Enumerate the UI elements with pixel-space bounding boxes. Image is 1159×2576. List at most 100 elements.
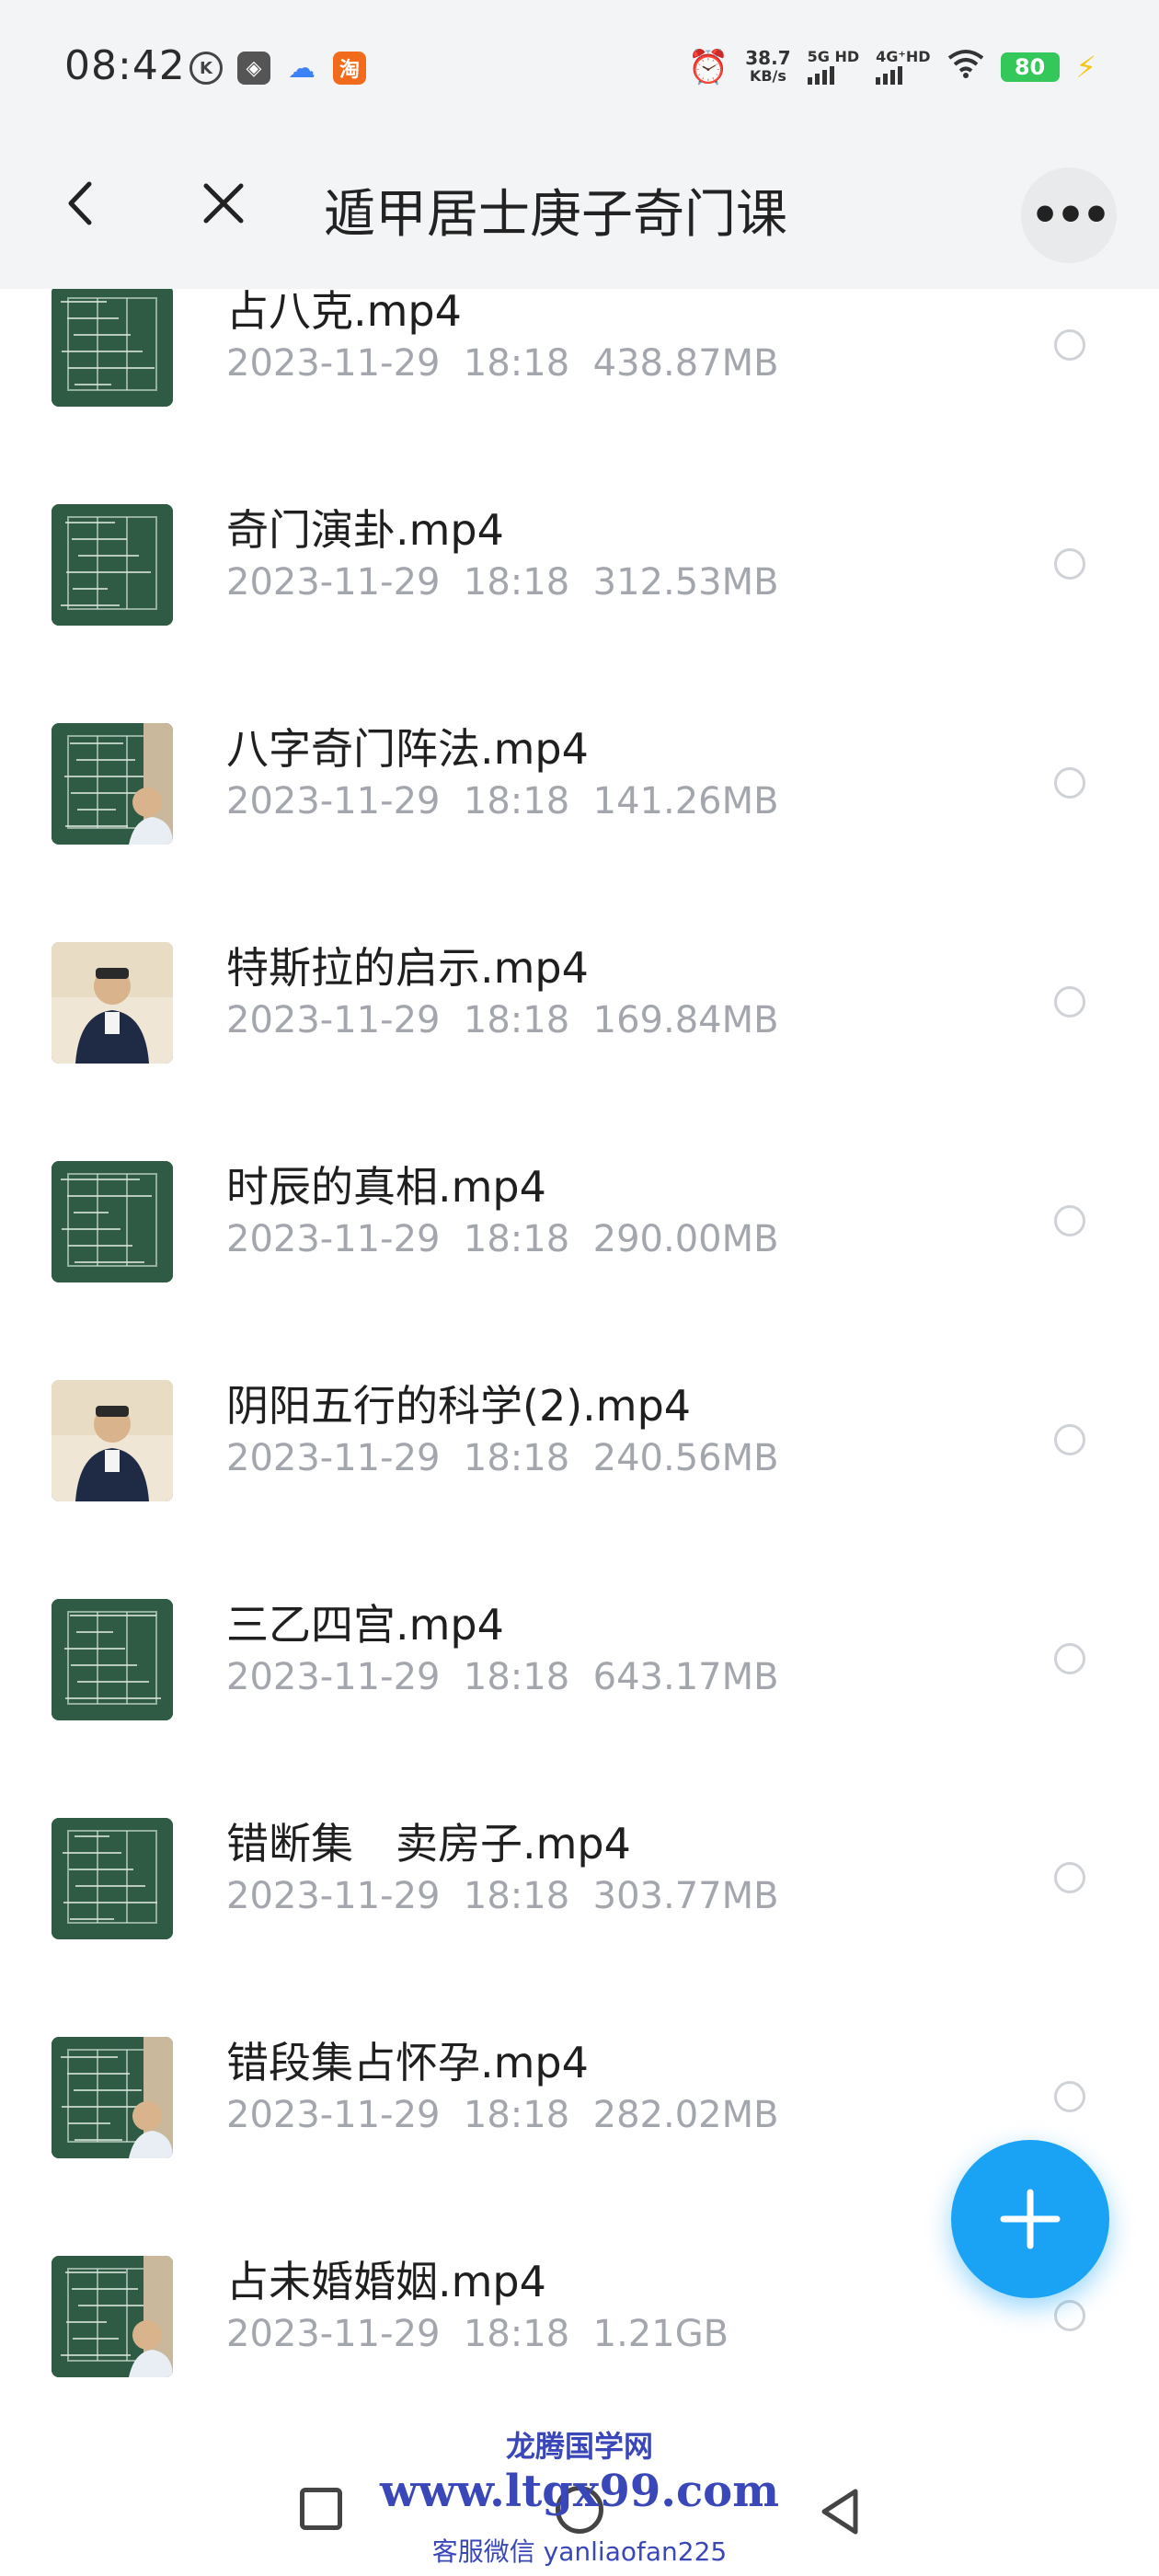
signal-4g: 4G⁺HD [876, 48, 931, 85]
file-row[interactable]: 八字奇门阵法.mp4 2023-11-29 18:18 141.26MB [0, 723, 1159, 942]
file-meta: 2023-11-29 18:18 282.02MB [226, 2094, 779, 2136]
video-thumbnail [52, 1818, 173, 1939]
file-row[interactable]: 错断集 卖房子.mp4 2023-11-29 18:18 303.77MB [0, 1818, 1159, 2037]
file-size: 438.87MB [592, 342, 779, 385]
status-left-icons: K ◈ ☁ 淘 [189, 52, 366, 85]
file-name: 错断集 卖房子.mp4 [226, 1819, 631, 1869]
cloud-icon: ☁ [288, 52, 316, 85]
close-icon [203, 183, 244, 224]
file-name: 错段集占怀孕.mp4 [226, 2038, 589, 2087]
file-row[interactable]: 奇门演卦.mp4 2023-11-29 18:18 312.53MB [0, 504, 1159, 723]
video-thumbnail [52, 2037, 173, 2158]
network-label-1: 5G HD [807, 48, 860, 65]
file-date: 2023-11-29 [226, 561, 441, 604]
plus-icon [1000, 2189, 1061, 2249]
watermark-contact: 客服微信 yanliaofan225 [431, 2536, 728, 2567]
status-time: 08:42 [64, 42, 186, 89]
file-meta: 2023-11-29 18:18 240.56MB [226, 1437, 779, 1479]
file-date: 2023-11-29 [226, 2313, 441, 2355]
status-bar: 08:42 K ◈ ☁ 淘 ⏰ 38.7 KB/s 5G HD 4G⁺HD 80… [0, 0, 1159, 116]
file-size: 643.17MB [592, 1656, 779, 1698]
file-size: 312.53MB [592, 561, 779, 604]
status-right-icons: ⏰ 38.7 KB/s 5G HD 4G⁺HD 80 ⚡ [687, 48, 1096, 86]
file-date: 2023-11-29 [226, 1656, 441, 1698]
page-title: 遁甲居士庚子奇门课 [324, 185, 787, 245]
select-checkbox[interactable] [1054, 1643, 1085, 1674]
select-checkbox[interactable] [1054, 1424, 1085, 1455]
video-thumbnail [52, 2256, 173, 2377]
file-meta: 2023-11-29 18:18 290.00MB [226, 1218, 779, 1260]
more-icon: ••• [1030, 189, 1111, 242]
file-meta: 2023-11-29 18:18 141.26MB [226, 780, 779, 822]
file-time: 18:18 [463, 561, 570, 604]
select-checkbox[interactable] [1054, 1205, 1085, 1236]
file-time: 18:18 [463, 1218, 570, 1260]
file-time: 18:18 [463, 342, 570, 385]
network-label-2: 4G⁺HD [876, 48, 931, 65]
file-date: 2023-11-29 [226, 1437, 441, 1479]
file-size: 141.26MB [592, 780, 779, 822]
file-date: 2023-11-29 [226, 2094, 441, 2136]
select-checkbox[interactable] [1054, 2300, 1085, 2331]
watermark-title: 龙腾国学网 [505, 2429, 653, 2464]
file-name: 特斯拉的启示.mp4 [226, 943, 589, 993]
file-meta: 2023-11-29 18:18 312.53MB [226, 561, 779, 604]
file-name: 三乙四宫.mp4 [226, 1600, 504, 1650]
video-thumbnail [52, 1599, 173, 1720]
signal-5g: 5G HD [807, 48, 860, 85]
file-row[interactable]: 占八克.mp4 2023-11-29 18:18 438.87MB [0, 289, 1159, 504]
file-name: 时辰的真相.mp4 [226, 1162, 546, 1212]
select-checkbox[interactable] [1054, 1862, 1085, 1893]
file-list[interactable]: 占八克.mp4 2023-11-29 18:18 438.87MB 奇门演卦.mp4… [0, 289, 1159, 2386]
more-button[interactable]: ••• [1021, 167, 1117, 263]
file-name: 奇门演卦.mp4 [226, 505, 504, 555]
video-thumbnail [52, 1161, 173, 1282]
charging-icon: ⚡ [1075, 50, 1096, 85]
file-time: 18:18 [463, 2094, 570, 2136]
chevron-left-icon [68, 181, 92, 225]
video-thumbnail [52, 289, 173, 407]
file-date: 2023-11-29 [226, 1875, 441, 1917]
cat-icon: ◈ [237, 52, 270, 85]
video-thumbnail [52, 1380, 173, 1501]
file-meta: 2023-11-29 18:18 643.17MB [226, 1656, 779, 1698]
file-date: 2023-11-29 [226, 780, 441, 822]
video-thumbnail [52, 942, 173, 1064]
taobao-icon: 淘 [333, 52, 366, 85]
video-thumbnail [52, 504, 173, 626]
file-size: 290.00MB [592, 1218, 779, 1260]
select-checkbox[interactable] [1054, 767, 1085, 799]
select-checkbox[interactable] [1054, 2081, 1085, 2112]
watermark-url: www.ltgx99.com [380, 2466, 779, 2517]
file-time: 18:18 [463, 1437, 570, 1479]
file-time: 18:18 [463, 1875, 570, 1917]
file-row[interactable]: 特斯拉的启示.mp4 2023-11-29 18:18 169.84MB [0, 942, 1159, 1161]
file-date: 2023-11-29 [226, 1218, 441, 1260]
file-size: 1.21GB [592, 2313, 729, 2355]
file-time: 18:18 [463, 1656, 570, 1698]
file-time: 18:18 [463, 999, 570, 1041]
file-row[interactable]: 时辰的真相.mp4 2023-11-29 18:18 290.00MB [0, 1161, 1159, 1380]
select-checkbox[interactable] [1054, 548, 1085, 580]
back-button[interactable] [48, 171, 112, 236]
select-checkbox[interactable] [1054, 329, 1085, 361]
file-name: 阴阳五行的科学(2).mp4 [226, 1381, 692, 1431]
file-row[interactable]: 阴阳五行的科学(2).mp4 2023-11-29 18:18 240.56MB [0, 1380, 1159, 1599]
speed-unit: KB/s [749, 67, 786, 85]
file-meta: 2023-11-29 18:18 1.21GB [226, 2313, 729, 2355]
file-time: 18:18 [463, 2313, 570, 2355]
file-size: 303.77MB [592, 1875, 779, 1917]
file-meta: 2023-11-29 18:18 303.77MB [226, 1875, 779, 1917]
add-button[interactable] [951, 2140, 1109, 2298]
battery-icon: 80 [1000, 52, 1060, 82]
close-button[interactable] [191, 171, 256, 236]
k-circle-icon: K [189, 52, 223, 85]
signal-icon [807, 64, 860, 85]
header-bar: 遁甲居士庚子奇门课 ••• [0, 116, 1159, 289]
file-meta: 2023-11-29 18:18 438.87MB [226, 342, 779, 385]
file-row[interactable]: 三乙四宫.mp4 2023-11-29 18:18 643.17MB [0, 1599, 1159, 1818]
file-time: 18:18 [463, 780, 570, 822]
select-checkbox[interactable] [1054, 986, 1085, 1018]
file-size: 169.84MB [592, 999, 779, 1041]
file-name: 占未婚婚姻.mp4 [226, 2257, 546, 2306]
